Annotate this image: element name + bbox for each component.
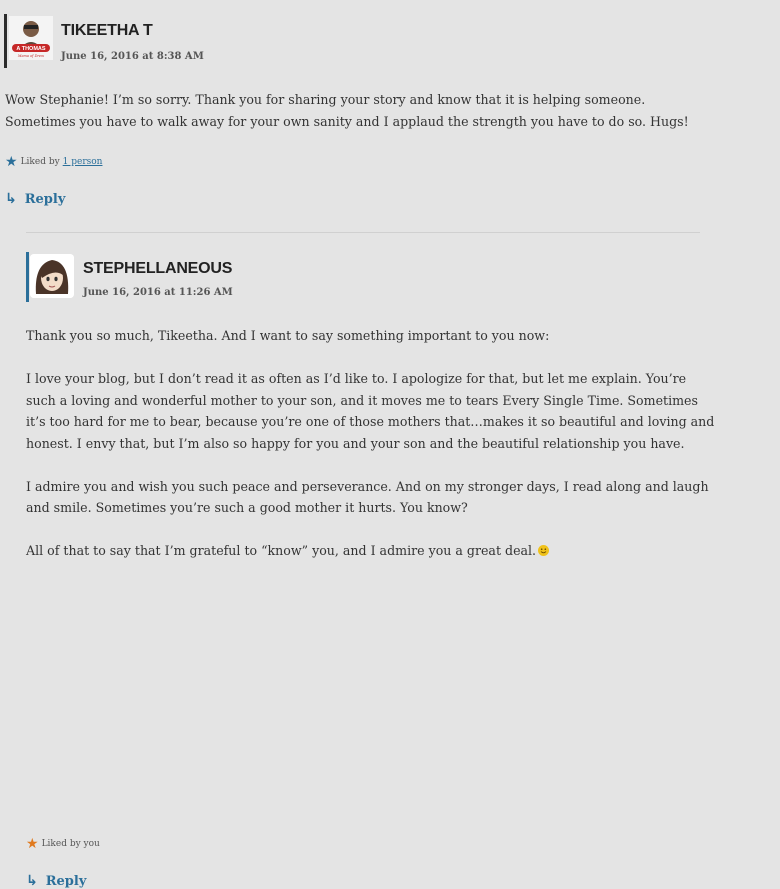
comment-divider: [26, 232, 700, 233]
comment-accent-bar: [4, 14, 7, 68]
reply-arrow-icon: ↳: [5, 191, 17, 207]
star-icon: ★: [5, 154, 18, 170]
smiley-icon: [538, 545, 550, 556]
comment-paragraph: I love your blog, but I don’t read it as…: [26, 371, 715, 451]
reply-label: Reply: [45, 873, 87, 889]
comment-paragraph: Wow Stephanie! I’m so sorry. Thank you f…: [5, 92, 689, 129]
comment-body: Wow Stephanie! I’m so sorry. Thank you f…: [5, 89, 700, 132]
comment-paragraph-last: All of that to say that I’m grateful to …: [26, 540, 716, 562]
avatar-badge-text: A THOMAS: [16, 46, 45, 52]
avatar-image: [30, 254, 74, 298]
comment-date[interactable]: June 16, 2016 at 8:38 AM: [61, 51, 204, 62]
comment-paragraph: Thank you so much, Tikeetha. And I want …: [26, 328, 550, 343]
comment-paragraph-text: All of that to say that I’m grateful to …: [26, 543, 537, 558]
comment-date[interactable]: June 16, 2016 at 11:26 AM: [83, 287, 233, 298]
likes-link[interactable]: 1 person: [63, 157, 103, 167]
reply-button[interactable]: ↳ Reply: [26, 873, 86, 889]
comment-body: Thank you so much, Tikeetha. And I want …: [26, 325, 716, 562]
reply-arrow-icon: ↳: [26, 873, 38, 889]
comment-author[interactable]: TIKEETHA T: [61, 22, 153, 40]
avatar-badge-subtext: Mama of Drew: [17, 54, 44, 58]
likes-row: ★ Liked by 1 person: [5, 155, 102, 169]
comment-date-link[interactable]: June 16, 2016 at 11:26 AM: [83, 287, 233, 298]
likes-text: Liked by you: [41, 839, 100, 849]
comment-accent-bar: [26, 252, 29, 302]
likes-row: ★ Liked by you: [26, 837, 100, 851]
comment-date-link[interactable]: June 16, 2016 at 8:38 AM: [61, 51, 204, 62]
comment-author[interactable]: STEPHELLANEOUS: [83, 260, 232, 278]
comment-paragraph: I admire you and wish you such peace and…: [26, 478, 709, 516]
likes-prefix: Liked by: [20, 157, 60, 167]
star-icon: ★: [26, 836, 39, 852]
reply-button[interactable]: ↳ Reply: [5, 191, 65, 207]
avatar-stephellaneous[interactable]: [30, 254, 74, 298]
avatar-tikeetha[interactable]: A THOMAS Mama of Drew: [9, 16, 53, 60]
avatar-image: A THOMAS Mama of Drew: [9, 16, 53, 60]
reply-label: Reply: [24, 191, 66, 207]
